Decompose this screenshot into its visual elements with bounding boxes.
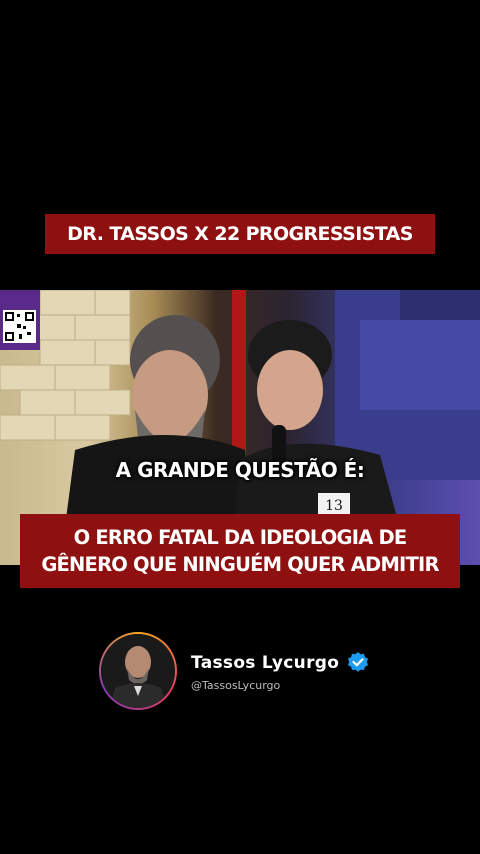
avatar[interactable] <box>99 632 177 710</box>
title-text: DR. TASSOS X 22 PROGRESSISTAS <box>67 223 413 245</box>
qr-code-badge[interactable] <box>0 290 40 350</box>
avatar-photo <box>101 634 175 708</box>
verified-badge-icon <box>348 651 369 672</box>
headline-banner: O ERRO FATAL DA IDEOLOGIA DE GÊNERO QUE … <box>20 514 460 588</box>
profile-text: Tassos Lycurgo @TassosLycurgo <box>191 651 370 692</box>
name-row: Tassos Lycurgo <box>191 651 370 675</box>
question-text: A GRANDE QUESTÃO É: <box>115 458 365 482</box>
headline-line-2: GÊNERO QUE NINGUÉM QUER ADMITIR <box>41 553 439 576</box>
headline-line-1: O ERRO FATAL DA IDEOLOGIA DE <box>73 526 408 549</box>
question-caption: A GRANDE QUESTÃO É: <box>0 458 480 482</box>
participant-number: 13 <box>325 498 343 514</box>
profile-card[interactable]: Tassos Lycurgo @TassosLycurgo <box>99 630 370 712</box>
title-banner: DR. TASSOS X 22 PROGRESSISTAS <box>45 214 435 254</box>
qr-code-icon[interactable] <box>3 310 36 343</box>
profile-handle[interactable]: @TassosLycurgo <box>191 679 370 692</box>
profile-name[interactable]: Tassos Lycurgo <box>191 653 339 673</box>
